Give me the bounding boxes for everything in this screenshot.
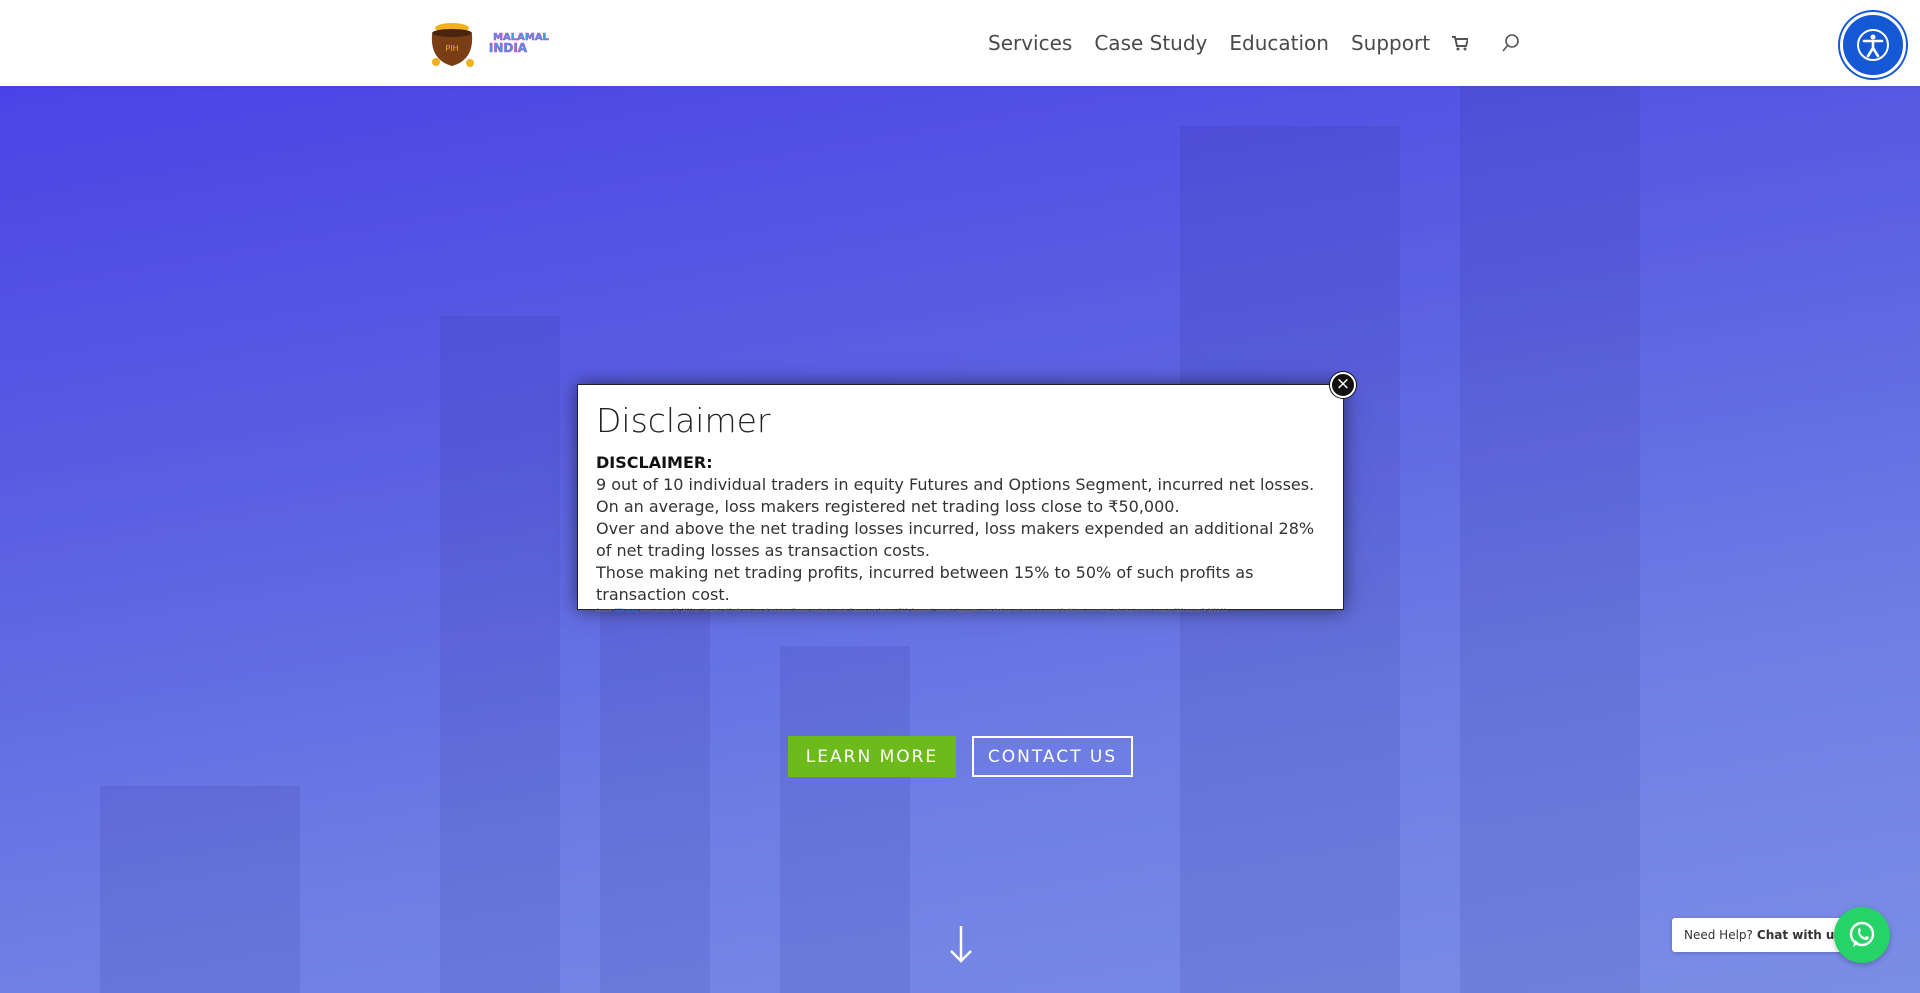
background-building (1460, 86, 1640, 993)
nav-case-study[interactable]: Case Study (1094, 31, 1207, 55)
learn-more-button[interactable]: LEARN MORE (788, 736, 956, 777)
svg-text:INDIA: INDIA (489, 41, 528, 55)
source-link[interactable]: SEBI study (614, 609, 638, 614)
contact-us-button[interactable]: CONTACT US (972, 736, 1133, 777)
hero-buttons: LEARN MORE CONTACT US (788, 736, 1133, 777)
nav-services[interactable]: Services (988, 31, 1072, 55)
arrow-down-icon[interactable] (948, 924, 974, 968)
disclaimer-source: Source: SEBI study dated January 25, 202… (596, 608, 1325, 615)
background-building (440, 316, 560, 993)
site-logo[interactable]: PIH MALAMAL INDIA (426, 16, 562, 70)
whatsapp-chat-button[interactable] (1834, 907, 1890, 963)
search-icon[interactable] (1502, 34, 1520, 52)
disclaimer-line: 9 out of 10 individual traders in equity… (596, 475, 1315, 494)
site-header: PIH MALAMAL INDIA Services Case Study Ed… (0, 0, 1920, 86)
whatsapp-icon (1849, 921, 1875, 947)
chat-bold: Chat with us (1756, 928, 1842, 942)
disclaimer-line: On an average, loss makers registered ne… (596, 497, 1180, 516)
nav-education[interactable]: Education (1229, 31, 1329, 55)
background-building (100, 786, 300, 993)
disclaimer-heading: DISCLAIMER: (596, 453, 713, 472)
close-icon[interactable]: × (1330, 372, 1356, 398)
cart-icon[interactable] (1452, 35, 1469, 51)
chat-help-label[interactable]: Need Help? Chat with us (1672, 918, 1854, 952)
main-nav: Services Case Study Education Support (988, 0, 1554, 86)
source-text: dated January 25, 2023 on "Analysis of P… (639, 609, 1229, 614)
disclaimer-line: Those making net trading profits, incurr… (596, 563, 1254, 604)
svg-text:PIH: PIH (445, 44, 458, 53)
nav-support[interactable]: Support (1351, 31, 1430, 55)
modal-title: Disclaimer (596, 401, 771, 440)
accessibility-button[interactable] (1840, 12, 1906, 78)
disclaimer-modal: Disclaimer DISCLAIMER: 9 out of 10 indiv… (577, 384, 1344, 614)
disclaimer-line: Over and above the net trading losses in… (596, 519, 1315, 560)
source-prefix: Source: (596, 609, 613, 614)
background-building (780, 646, 910, 993)
accessibility-icon (1857, 29, 1889, 61)
chat-prefix: Need Help? (1684, 928, 1753, 942)
